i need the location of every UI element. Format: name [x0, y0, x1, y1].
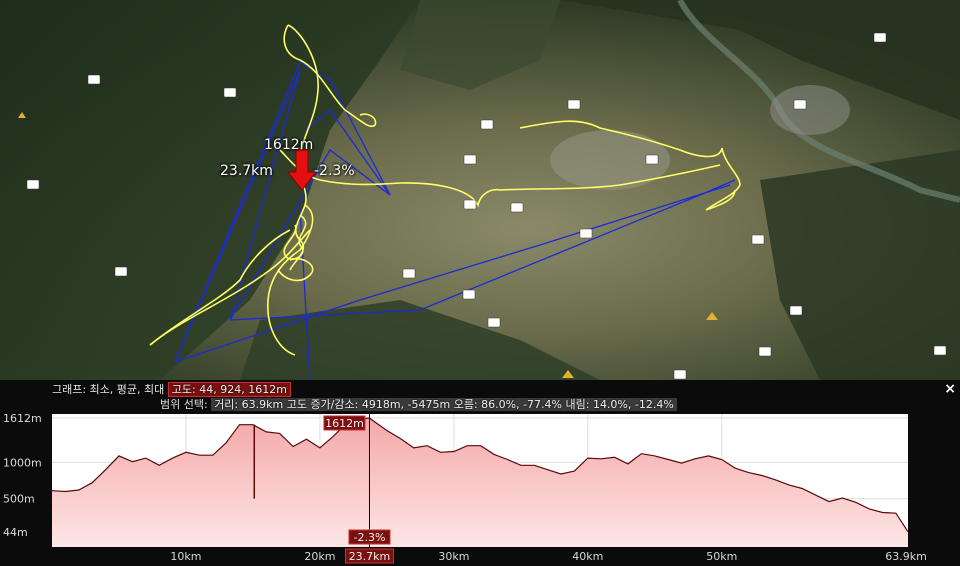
- range-selection-row: 범위 선택: 거리: 63.9km 고도 증가/감소: 4918m, -5475…: [160, 396, 677, 412]
- museum-icon: [567, 99, 581, 110]
- graph-legend-prefix: 그래프: 최소, 평균, 최대: [52, 383, 165, 396]
- elevation-graph-panel: 1612m 1000m 500m 44m 10km 20km 30km 40km 50km 63…: [0, 380, 960, 566]
- museum-icon: [673, 369, 687, 380]
- museum-icon: [933, 345, 947, 356]
- svg-text:-2.3%: -2.3%: [354, 531, 386, 544]
- cursor-distance-label: 23.7km: [344, 548, 394, 564]
- museum-icon: [463, 154, 477, 165]
- museum-icon: [114, 266, 128, 277]
- museum-icon: [758, 346, 772, 357]
- museum-icon: [510, 202, 524, 213]
- x-axis-ticks: 10km 20km 30km 40km 50km 63.9km: [170, 550, 926, 563]
- museum-icon: [223, 87, 237, 98]
- y-tick-label: 500m: [3, 493, 35, 506]
- museum-icon: [26, 179, 40, 190]
- cursor-grade-label: -2.3%: [348, 529, 391, 545]
- close-icon[interactable]: ×: [944, 381, 956, 397]
- svg-text:1612m: 1612m: [325, 417, 364, 430]
- marker-distance-label: 23.7km: [220, 163, 273, 179]
- marker-altitude-label: 1612m: [264, 137, 314, 153]
- altitude-summary: 고도: 44, 924, 1612m: [167, 382, 291, 397]
- satellite-map[interactable]: [0, 0, 960, 380]
- marker-grade-label: -2.3%: [314, 163, 355, 179]
- museum-icon: [480, 119, 494, 130]
- museum-icon: [462, 289, 476, 300]
- range-selection-prefix: 범위 선택:: [160, 398, 208, 411]
- x-tick-label: 50km: [706, 550, 737, 563]
- museum-icon: [579, 228, 593, 239]
- museum-icon: [402, 268, 416, 279]
- cursor-altitude-label: 1612m: [323, 415, 366, 431]
- svg-text:23.7km: 23.7km: [349, 550, 391, 563]
- graph-legend-row: 그래프: 최소, 평균, 최대 고도: 44, 924, 1612m: [52, 381, 291, 397]
- museum-icon: [463, 199, 477, 210]
- y-tick-label: 44m: [3, 526, 28, 539]
- x-tick-label: 30km: [438, 550, 469, 563]
- museum-icon: [487, 317, 501, 328]
- museum-icon: [793, 99, 807, 110]
- y-tick-label: 1612m: [3, 412, 42, 425]
- museum-icon: [645, 154, 659, 165]
- y-tick-label: 1000m: [3, 456, 42, 469]
- museum-icon: [87, 74, 101, 85]
- museum-icon: [751, 234, 765, 245]
- museum-icon: [873, 32, 887, 43]
- x-tick-label: 20km: [304, 550, 335, 563]
- range-stats: 거리: 63.9km 고도 증가/감소: 4918m, -5475m 오름: 8…: [211, 398, 677, 411]
- x-tick-label: 63.9km: [885, 550, 927, 563]
- x-tick-label: 40km: [572, 550, 603, 563]
- y-axis-ticks: 1612m 1000m 500m 44m: [3, 412, 42, 539]
- town-area: [770, 85, 850, 135]
- x-tick-label: 10km: [170, 550, 201, 563]
- museum-icon: [789, 305, 803, 316]
